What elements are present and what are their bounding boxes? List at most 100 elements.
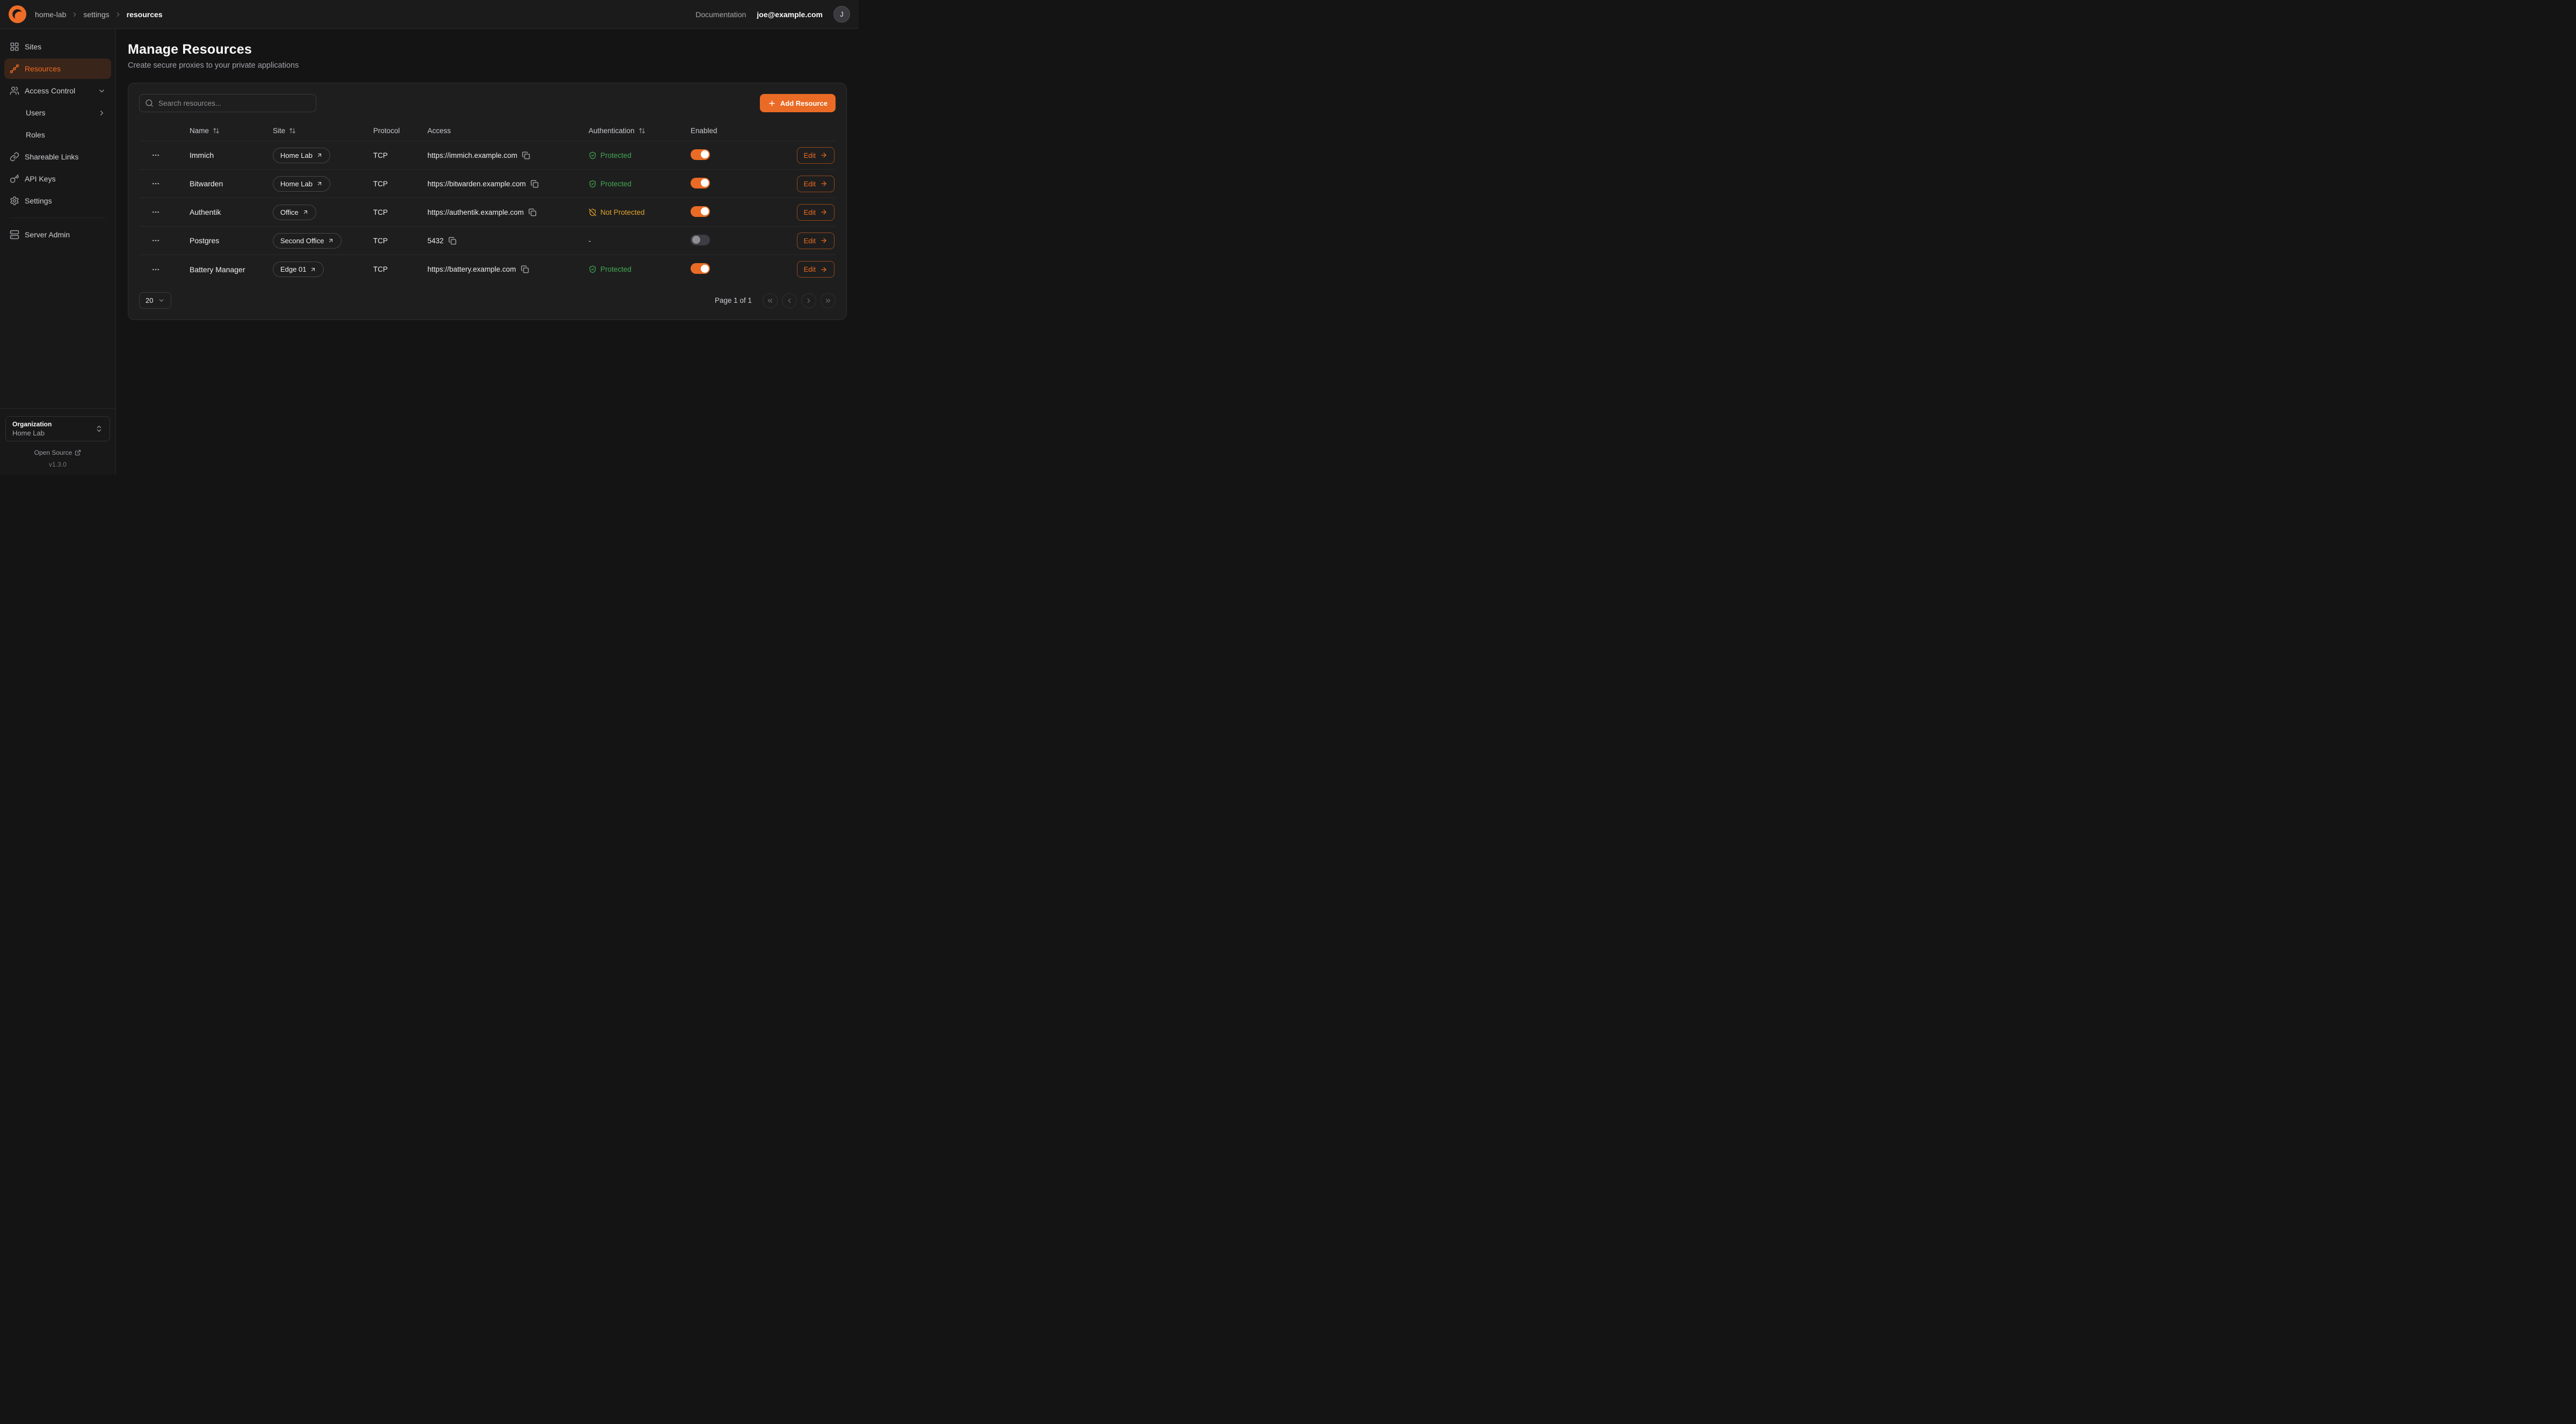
- site-pill-label: Second Office: [280, 237, 324, 245]
- header-name-label: Name: [190, 127, 209, 135]
- ellipsis-icon: [151, 179, 160, 188]
- site-pill-label: Home Lab: [280, 151, 313, 159]
- enabled-toggle[interactable]: [691, 206, 710, 217]
- header-protocol-label: Protocol: [373, 127, 400, 135]
- breadcrumb-separator-icon: [114, 11, 122, 18]
- site-pill-label: Office: [280, 208, 299, 216]
- external-link-icon: [75, 449, 81, 456]
- first-page-button[interactable]: [763, 293, 778, 308]
- page-subtitle: Create secure proxies to your private ap…: [128, 61, 847, 70]
- org-switcher[interactable]: Organization Home Lab: [5, 416, 110, 441]
- last-page-button[interactable]: [821, 293, 836, 308]
- add-resource-button[interactable]: Add Resource: [760, 94, 836, 112]
- sort-icon: [638, 127, 645, 134]
- arrow-up-right-icon: [328, 237, 334, 244]
- header-name[interactable]: Name: [190, 127, 273, 135]
- site-link[interactable]: Office: [273, 205, 316, 220]
- copy-button[interactable]: [531, 180, 539, 188]
- breadcrumb-org[interactable]: home-lab: [35, 10, 66, 19]
- sidebar-item-roles[interactable]: Roles: [4, 125, 111, 145]
- resource-table-body: Immich Home Lab TCP https://immich.examp…: [139, 141, 836, 284]
- arrow-right-icon: [820, 266, 828, 273]
- sidebar-item-users[interactable]: Users: [4, 103, 111, 123]
- copy-button[interactable]: [521, 265, 529, 273]
- breadcrumb-resources[interactable]: resources: [127, 10, 163, 19]
- arrow-up-right-icon: [310, 266, 316, 273]
- header-authentication[interactable]: Authentication: [589, 127, 691, 135]
- row-menu-button[interactable]: [149, 206, 163, 219]
- edit-button-label: Edit: [804, 265, 816, 273]
- sidebar-item-shareable-links[interactable]: Shareable Links: [4, 147, 111, 167]
- shield-check-icon: [589, 151, 597, 159]
- access-cell: https://battery.example.com: [427, 265, 589, 273]
- auth-label: Protected: [600, 180, 632, 188]
- edit-button[interactable]: Edit: [797, 176, 835, 192]
- next-page-button[interactable]: [801, 293, 816, 308]
- edit-button[interactable]: Edit: [797, 261, 835, 278]
- card-footer: 20 Page 1 of 1: [139, 292, 836, 309]
- app-logo[interactable]: [9, 5, 26, 23]
- protocol-value: TCP: [373, 265, 427, 273]
- row-menu-button[interactable]: [149, 149, 163, 162]
- documentation-link[interactable]: Documentation: [695, 10, 746, 19]
- copy-button[interactable]: [448, 237, 456, 245]
- table-row: Bitwarden Home Lab TCP https://bitwarden…: [139, 170, 836, 198]
- site-link[interactable]: Edge 01: [273, 261, 324, 277]
- main-content: Manage Resources Create secure proxies t…: [116, 29, 859, 475]
- sidebar-item-label: Access Control: [25, 86, 75, 95]
- edit-button[interactable]: Edit: [797, 204, 835, 221]
- enabled-toggle[interactable]: [691, 178, 710, 188]
- row-menu-button[interactable]: [149, 234, 163, 247]
- ellipsis-icon: [151, 265, 160, 274]
- row-menu-button[interactable]: [149, 263, 163, 276]
- auth-label: -: [589, 237, 591, 245]
- site-link[interactable]: Second Office: [273, 233, 342, 249]
- site-link[interactable]: Home Lab: [273, 176, 330, 192]
- copy-icon: [522, 151, 530, 159]
- enabled-toggle[interactable]: [691, 263, 710, 274]
- sidebar-item-api-keys[interactable]: API Keys: [4, 169, 111, 189]
- auth-label: Protected: [600, 265, 632, 273]
- pangolin-logo-icon: [9, 5, 26, 23]
- enabled-toggle[interactable]: [691, 149, 710, 160]
- resources-card: Add Resource Name Site P: [128, 83, 847, 320]
- open-source-link[interactable]: Open Source: [5, 449, 110, 456]
- sidebar-item-resources[interactable]: Resources: [4, 59, 111, 79]
- sidebar-item-settings[interactable]: Settings: [4, 191, 111, 211]
- auth-badge: Protected: [589, 180, 691, 188]
- copy-icon: [521, 265, 529, 273]
- header-enabled-label: Enabled: [691, 127, 717, 135]
- edit-cell: Edit: [771, 204, 836, 221]
- page-size-select[interactable]: 20: [139, 292, 171, 309]
- breadcrumb-settings[interactable]: settings: [83, 10, 109, 19]
- edit-button[interactable]: Edit: [797, 147, 835, 164]
- search-input[interactable]: [139, 94, 316, 112]
- row-menu-button[interactable]: [149, 177, 163, 190]
- toggle-knob: [701, 265, 709, 273]
- grid-icon: [10, 42, 19, 52]
- auth-label: Not Protected: [600, 208, 645, 216]
- edit-button-label: Edit: [804, 208, 816, 216]
- sidebar-item-access-control[interactable]: Access Control: [4, 81, 111, 101]
- sidebar-item-sites[interactable]: Sites: [4, 37, 111, 57]
- prev-page-button[interactable]: [782, 293, 797, 308]
- site-cell: Edge 01: [273, 261, 373, 277]
- user-email-menu[interactable]: joe@example.com: [757, 10, 823, 19]
- org-switcher-value: Home Lab: [12, 429, 52, 437]
- resource-name: Bitwarden: [190, 179, 273, 188]
- header-access-label: Access: [427, 127, 451, 135]
- site-cell: Second Office: [273, 233, 373, 249]
- copy-button[interactable]: [522, 151, 530, 159]
- auth-badge: Not Protected: [589, 208, 691, 216]
- copy-button[interactable]: [528, 208, 536, 216]
- chevrons-left-icon: [766, 297, 774, 304]
- enabled-toggle[interactable]: [691, 235, 710, 245]
- site-link[interactable]: Home Lab: [273, 148, 330, 163]
- sidebar-item-server-admin[interactable]: Server Admin: [4, 224, 111, 245]
- sidebar: Sites Resources Access Control Users Rol: [0, 29, 116, 475]
- auth-badge: Protected: [589, 265, 691, 273]
- edit-button[interactable]: Edit: [797, 233, 835, 249]
- avatar[interactable]: J: [833, 6, 850, 23]
- header-site[interactable]: Site: [273, 127, 373, 135]
- copy-icon: [531, 180, 539, 188]
